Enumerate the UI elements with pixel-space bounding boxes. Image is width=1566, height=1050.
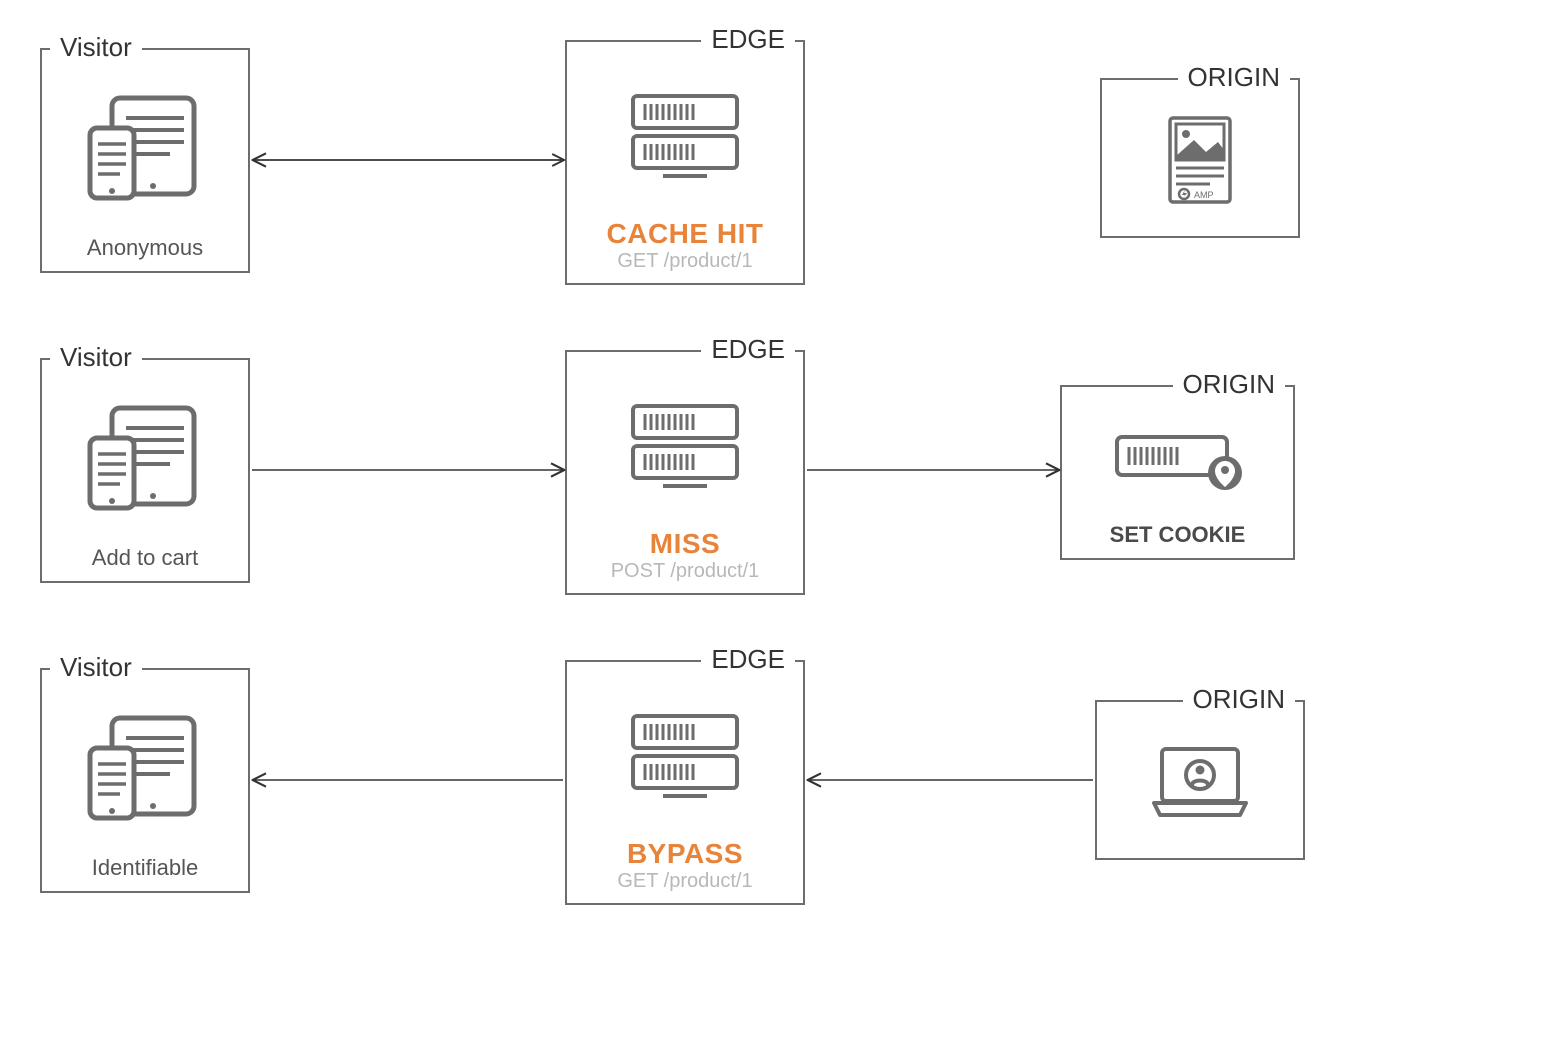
edge-status-1: CACHE HIT	[607, 218, 764, 250]
edge-sub-3: GET /product/1	[617, 870, 752, 893]
visitor-title-3: Visitor	[50, 652, 142, 683]
devices-icon	[52, 684, 238, 849]
edge-status-3: BYPASS	[627, 838, 743, 870]
server-icon	[577, 676, 793, 838]
edge-title-3: EDGE	[701, 644, 795, 675]
origin-title-2: ORIGIN	[1173, 369, 1285, 400]
origin-box-2: ORIGIN SET COOKIE	[1060, 385, 1295, 560]
visitor-caption-2: Add to cart	[92, 545, 198, 571]
edge-sub-2: POST /product/1	[611, 560, 760, 583]
origin-title-3: ORIGIN	[1183, 684, 1295, 715]
origin-title-1: ORIGIN	[1178, 62, 1290, 93]
diagram-canvas: Visitor	[0, 0, 1566, 1050]
edge-status-2: MISS	[650, 528, 720, 560]
edge-title-1: EDGE	[701, 24, 795, 55]
server-icon	[577, 56, 793, 218]
visitor-box-2: Visitor Add to cart	[40, 358, 250, 583]
visitor-caption-3: Identifiable	[92, 855, 198, 881]
origin-box-1: ORIGIN AMP	[1100, 78, 1300, 238]
visitor-box-1: Visitor	[40, 48, 250, 273]
visitor-box-3: Visitor Identifiable	[40, 668, 250, 893]
svg-text:AMP: AMP	[1194, 190, 1214, 200]
edge-box-1: EDGE	[565, 40, 805, 285]
visitor-title-1: Visitor	[50, 32, 142, 63]
edge-box-3: EDGE	[565, 660, 805, 905]
visitor-title-2: Visitor	[50, 342, 142, 373]
laptop-user-icon	[1107, 716, 1293, 848]
devices-icon	[52, 374, 238, 539]
origin-box-3: ORIGIN	[1095, 700, 1305, 860]
amp-page-icon: AMP	[1112, 94, 1288, 226]
visitor-caption-1: Anonymous	[87, 235, 203, 261]
set-cookie-icon	[1072, 401, 1283, 516]
origin-caption-2: SET COOKIE	[1110, 522, 1246, 548]
devices-icon	[52, 64, 238, 229]
edge-box-2: EDGE	[565, 350, 805, 595]
server-icon	[577, 366, 793, 528]
edge-sub-1: GET /product/1	[617, 250, 752, 273]
edge-title-2: EDGE	[701, 334, 795, 365]
